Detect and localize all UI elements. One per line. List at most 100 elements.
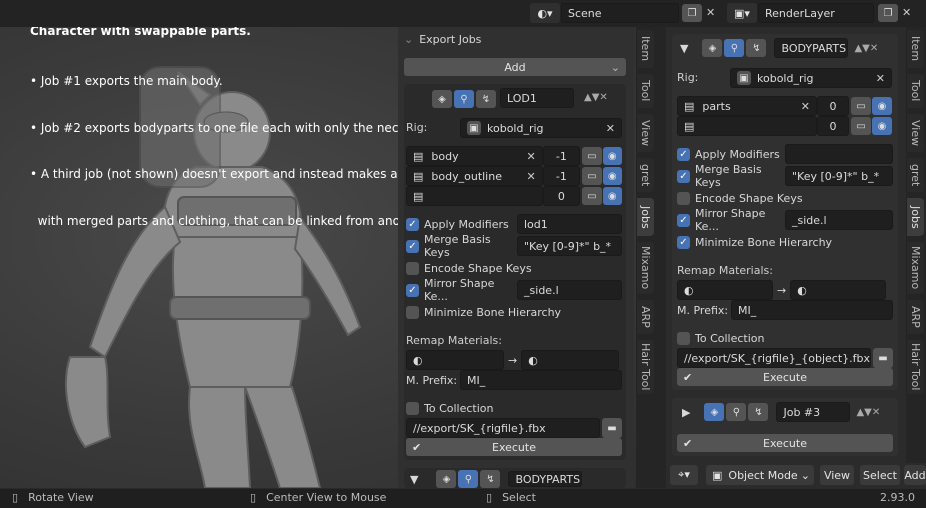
apply-modifiers-row[interactable]: ✓ Apply Modifiers lod1 [406, 213, 622, 235]
rig-field[interactable]: ▣ kobold_rig ✕ [730, 68, 892, 88]
minimize-row[interactable]: Minimize Bone Hierarchy [406, 301, 622, 323]
tab-gret[interactable]: gret [906, 158, 924, 192]
export-path-field[interactable]: //export/SK_{rigfile}_{object}.fbx [677, 348, 871, 368]
mirror-shape-field[interactable]: _side.l [785, 210, 893, 230]
add-job-button[interactable]: Add ⌄ [404, 58, 626, 76]
slot-lod-field[interactable]: 0 [817, 96, 849, 116]
checkbox-unchecked-icon[interactable] [677, 191, 690, 205]
move-job-arrows-icon[interactable]: ▲▼✕ [854, 43, 878, 54]
expand-arrow-icon[interactable]: ▼ [410, 473, 418, 486]
slot-lod-field[interactable]: 0 [542, 186, 581, 206]
tab-mixamo[interactable]: Mixamo [636, 242, 654, 294]
export-jobs-header[interactable]: ⌄ Export Jobs [400, 28, 632, 50]
expand-arrow-icon[interactable]: ▶ [682, 406, 690, 419]
slot-collection-field[interactable]: ▤ body_outline ✕ [406, 166, 543, 186]
remap-source-field[interactable]: ◐ [677, 280, 773, 300]
tab-jobs[interactable]: Jobs [906, 198, 924, 236]
checkbox-checked-icon[interactable]: ✓ [677, 147, 690, 161]
remap-target-field[interactable]: ◐ [790, 280, 887, 300]
monitor-icon[interactable]: ▭ [851, 117, 871, 135]
camera-icon[interactable]: ◉ [602, 167, 622, 185]
select-menu[interactable]: Select [860, 465, 900, 485]
monitor-icon[interactable]: ▭ [582, 167, 602, 185]
to-collection-row[interactable]: To Collection [677, 327, 765, 349]
renderlayer-field[interactable]: RenderLayer [758, 3, 874, 23]
to-collection-row[interactable]: To Collection [406, 397, 494, 419]
encode-shape-row[interactable]: Encode Shape Keys [677, 187, 893, 209]
clear-rig-icon[interactable]: ✕ [606, 122, 615, 135]
armature-icon[interactable]: ⚲ [726, 403, 747, 421]
remap-target-field[interactable]: ◐ [521, 350, 620, 370]
monitor-icon[interactable]: ▭ [582, 147, 602, 165]
expand-arrow-icon[interactable]: ▼ [680, 42, 688, 55]
remove-scene-icon[interactable]: ✕ [706, 6, 715, 19]
action-icon[interactable]: ↯ [748, 403, 769, 421]
apply-modifiers-field[interactable]: lod1 [516, 214, 622, 234]
prefix-field[interactable]: MI_ [460, 370, 622, 390]
slot-lod-field[interactable]: -1 [542, 166, 581, 186]
collapse-arrow-icon[interactable]: ⌄ [404, 33, 413, 46]
camera-icon[interactable]: ◉ [872, 97, 892, 115]
checkbox-checked-icon[interactable]: ✓ [406, 239, 419, 253]
mesh-icon[interactable]: ◈ [704, 403, 725, 421]
execute-button[interactable]: ✔ Execute [677, 434, 893, 452]
mode-select[interactable]: ▣ Object Mode ⌄ [706, 465, 814, 485]
merge-basis-row[interactable]: ✓ Merge Basis Keys "Key [0-9]*" b_* [677, 163, 893, 189]
monitor-icon[interactable]: ▭ [582, 187, 602, 205]
scene-selector-icon[interactable]: ◐▾ [530, 3, 560, 23]
armature-icon[interactable]: ⚲ [724, 39, 745, 57]
job3-name-field[interactable]: Job #3 [776, 402, 851, 422]
mirror-shape-row[interactable]: ✓ Mirror Shape Ke... _side.l [406, 277, 622, 303]
tab-tool[interactable]: Tool [906, 74, 924, 108]
camera-icon[interactable]: ◉ [872, 117, 892, 135]
mirror-shape-row[interactable]: ✓ Mirror Shape Ke... _side.l [677, 207, 893, 233]
checkbox-unchecked-icon[interactable] [406, 261, 419, 275]
export-path-field[interactable]: //export/SK_{rigfile}.fbx [406, 418, 600, 438]
monitor-icon[interactable]: ▭ [851, 97, 871, 115]
tab-view[interactable]: View [636, 114, 654, 152]
slot-collection-field[interactable]: ▤ [406, 186, 543, 206]
mesh-icon[interactable]: ◈ [432, 90, 452, 108]
tab-hair-tool[interactable]: Hair Tool [906, 340, 924, 394]
action-icon[interactable]: ↯ [746, 39, 767, 57]
clear-slot-icon[interactable]: ✕ [801, 100, 810, 113]
encode-shape-row[interactable]: Encode Shape Keys [406, 257, 622, 279]
checkbox-checked-icon[interactable]: ✓ [677, 213, 690, 227]
tab-mixamo[interactable]: Mixamo [906, 242, 924, 294]
checkbox-checked-icon[interactable]: ✓ [406, 217, 419, 231]
remap-source-field[interactable]: ◐ [406, 350, 504, 370]
tab-hair-tool[interactable]: Hair Tool [636, 340, 654, 394]
merge-basis-field[interactable]: "Key [0-9]*" b_* [516, 236, 622, 256]
apply-modifiers-row[interactable]: ✓ Apply Modifiers [677, 143, 893, 165]
job2-name-field[interactable]: BODYPARTS [774, 38, 849, 58]
camera-icon[interactable]: ◉ [602, 147, 622, 165]
execute-button[interactable]: ✔ Execute [677, 368, 893, 386]
action-icon[interactable]: ↯ [480, 470, 501, 488]
mesh-icon[interactable]: ◈ [436, 470, 457, 488]
folder-icon[interactable]: ▬ [873, 348, 893, 368]
prefix-field[interactable]: MI_ [731, 300, 893, 320]
tab-item[interactable]: Item [906, 30, 924, 68]
job2-collapsed-header[interactable]: ▼ ◈ ⚲ ↯ BODYPARTS [410, 470, 583, 488]
camera-icon[interactable]: ◉ [602, 187, 622, 205]
armature-icon[interactable]: ⚲ [454, 90, 474, 108]
clear-slot-icon[interactable]: ✕ [526, 170, 535, 183]
tab-tool[interactable]: Tool [636, 74, 654, 108]
apply-modifiers-field[interactable] [785, 144, 893, 164]
remove-layer-icon[interactable]: ✕ [902, 6, 911, 19]
view-menu[interactable]: View [820, 465, 854, 485]
merge-basis-field[interactable]: "Key [0-9]*" b_* [785, 166, 893, 186]
mirror-shape-field[interactable]: _side.l [517, 280, 622, 300]
add-menu[interactable]: Add [904, 465, 926, 485]
checkbox-checked-icon[interactable]: ✓ [677, 235, 690, 249]
checkbox-unchecked-icon[interactable] [677, 331, 690, 345]
merge-basis-row[interactable]: ✓ Merge Basis Keys "Key [0-9]*" b_* [406, 233, 622, 259]
tab-arp[interactable]: ARP [906, 300, 924, 334]
rig-field[interactable]: ▣ kobold_rig ✕ [460, 118, 622, 138]
tab-gret[interactable]: gret [636, 158, 654, 192]
checkbox-checked-icon[interactable]: ✓ [677, 169, 690, 183]
tab-view[interactable]: View [906, 114, 924, 152]
layer-selector-icon[interactable]: ▣▾ [727, 3, 757, 23]
slot-collection-field[interactable]: ▤ body ✕ [406, 146, 543, 166]
checkbox-checked-icon[interactable]: ✓ [406, 283, 419, 297]
